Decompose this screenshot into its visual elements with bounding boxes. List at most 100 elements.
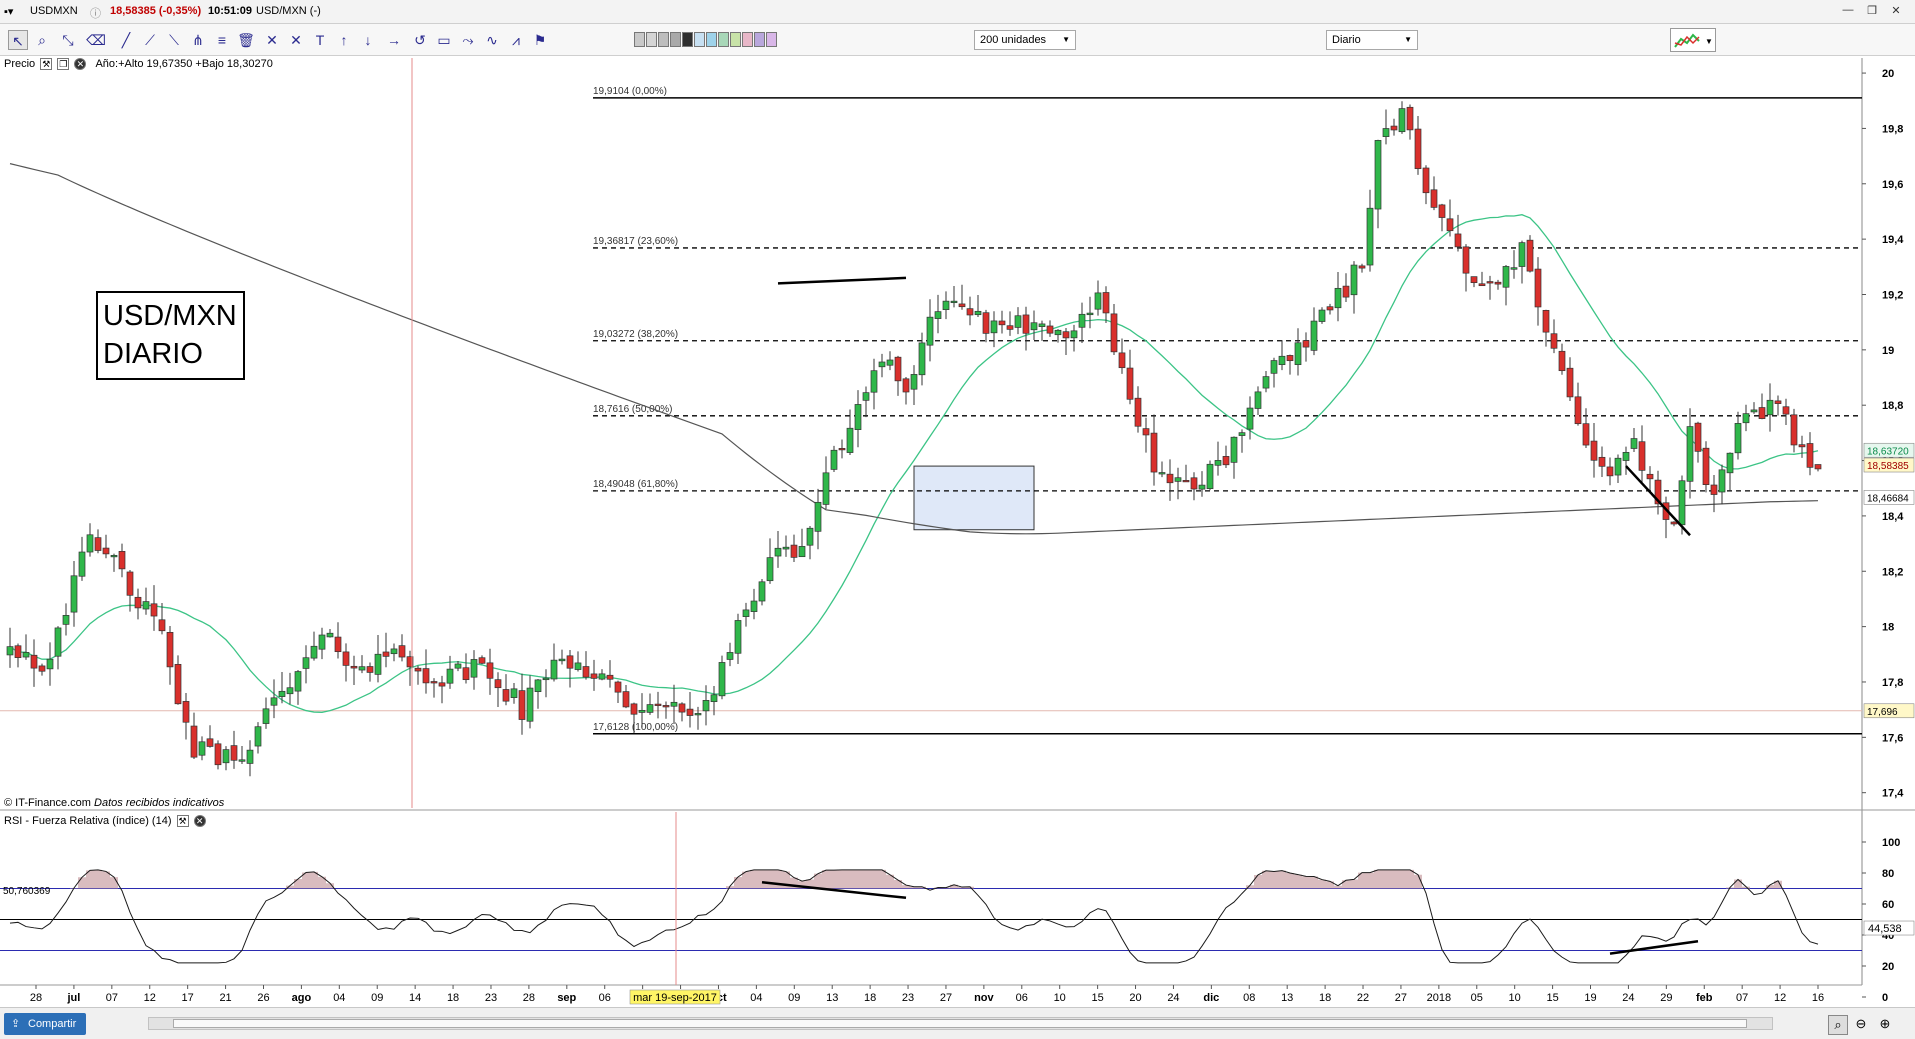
- pointer-icon[interactable]: ↖: [8, 30, 28, 50]
- candle: [798, 528, 806, 558]
- color-swatch[interactable]: [754, 32, 765, 47]
- price-tick-label: 19,2: [1882, 289, 1903, 301]
- candle: [1006, 311, 1014, 336]
- date-tick-label: 15: [1091, 992, 1103, 1004]
- candle-body: [382, 651, 390, 657]
- candle-body: [622, 691, 630, 708]
- polyline-icon[interactable]: ⤳: [458, 30, 478, 50]
- arrow-down-icon[interactable]: ↓: [358, 30, 378, 50]
- units-select[interactable]: 200 unidades ▼: [974, 30, 1076, 50]
- color-swatch[interactable]: [658, 32, 669, 47]
- candle: [1358, 263, 1366, 273]
- candle: [374, 634, 382, 683]
- candle-body: [678, 703, 686, 713]
- color-swatch[interactable]: [742, 32, 753, 47]
- share-button[interactable]: ⇪ Compartir: [4, 1013, 87, 1035]
- candle-body: [566, 655, 574, 669]
- color-swatch[interactable]: [634, 32, 645, 47]
- candle: [430, 678, 438, 698]
- candle: [758, 578, 766, 606]
- close-button[interactable]: ✕: [1888, 4, 1904, 18]
- arrow-right-icon[interactable]: →: [384, 30, 404, 50]
- zigzag-icon[interactable]: ∿: [482, 30, 502, 50]
- candle-body: [310, 645, 318, 659]
- color-swatch[interactable]: [694, 32, 705, 47]
- close-icon[interactable]: ✕: [193, 815, 206, 828]
- chart-type-icon[interactable]: ⩘: [506, 30, 526, 50]
- candle-body: [374, 653, 382, 675]
- price-badge-label: 18,46684: [1867, 493, 1909, 504]
- candle: [1798, 435, 1806, 458]
- date-tick-label: nov: [974, 992, 994, 1004]
- color-swatch[interactable]: [682, 32, 693, 47]
- candle: [1022, 306, 1030, 351]
- candle: [1030, 310, 1038, 341]
- wrench-icon[interactable]: ⚒: [40, 58, 53, 71]
- curve-icon[interactable]: ↺: [410, 30, 430, 50]
- window-menu-icon[interactable]: ▪▾: [4, 5, 13, 18]
- ray-icon[interactable]: ⟋: [140, 30, 160, 50]
- zoom-icon[interactable]: ⌕: [32, 30, 52, 50]
- candle-body: [198, 741, 206, 756]
- candle: [1062, 328, 1070, 356]
- candle: [1262, 371, 1270, 393]
- chart-area[interactable]: 19,9104 (0,00%) 19,36817 (23,60%) 19,03272…: [0, 56, 1915, 1006]
- price-panel-header: Precio ⚒ ❐ ✕ Año:+Alto 19,67350 +Bajo 18…: [4, 58, 273, 71]
- candle: [1134, 386, 1142, 433]
- candle-body: [1366, 207, 1374, 266]
- levels-icon[interactable]: ≡: [212, 30, 232, 50]
- arrow-up-icon[interactable]: ↑: [334, 30, 354, 50]
- line-icon[interactable]: ╱: [116, 30, 136, 50]
- rectangle-icon[interactable]: ▭: [434, 30, 454, 50]
- trend-icon[interactable]: ⟍: [164, 30, 184, 50]
- wrench-icon[interactable]: ⚒: [176, 815, 189, 828]
- candle: [1782, 398, 1790, 425]
- date-tick-label: 23: [902, 992, 914, 1004]
- candle-body: [1766, 399, 1774, 416]
- eraser-icon[interactable]: ⌫: [86, 30, 106, 50]
- color-swatch[interactable]: [646, 32, 657, 47]
- info-icon[interactable]: ⓘ: [90, 5, 101, 21]
- candle: [1526, 235, 1534, 273]
- fib-level-label: 17,6128 (100,00%): [593, 722, 678, 733]
- color-swatch[interactable]: [766, 32, 777, 47]
- candle-body: [262, 708, 270, 724]
- color-swatch[interactable]: [730, 32, 741, 47]
- zoom-out-icon[interactable]: ⊖: [1852, 1015, 1870, 1033]
- trash-icon[interactable]: 🗑: [236, 30, 256, 50]
- copy-icon[interactable]: ❐: [57, 58, 70, 71]
- cross-icon[interactable]: ✕: [262, 30, 282, 50]
- candle-body: [286, 687, 294, 695]
- color-swatch[interactable]: [718, 32, 729, 47]
- period-select[interactable]: Diario ▼: [1326, 30, 1418, 50]
- candle: [1246, 396, 1254, 440]
- minimize-button[interactable]: —: [1840, 4, 1856, 18]
- restore-button[interactable]: ❐: [1864, 4, 1880, 18]
- candle-body: [14, 645, 22, 658]
- time-scrollbar[interactable]: [148, 1017, 1773, 1030]
- price-tick-label: 19,4: [1882, 234, 1904, 246]
- text-icon[interactable]: T: [310, 30, 330, 50]
- candle: [1118, 338, 1126, 374]
- color-swatch[interactable]: [670, 32, 681, 47]
- zoom-in-icon[interactable]: ⊕: [1876, 1015, 1894, 1033]
- candle: [1158, 461, 1166, 478]
- annotation-box[interactable]: USD/MXN DIARIO: [96, 291, 245, 380]
- candle-body: [414, 667, 422, 672]
- candle: [1774, 395, 1782, 416]
- support-box: [913, 465, 1035, 531]
- candle: [910, 365, 918, 405]
- measure-icon[interactable]: ⤡: [58, 30, 78, 50]
- close-icon[interactable]: ✕: [74, 58, 87, 71]
- candle: [878, 353, 886, 378]
- flag-icon[interactable]: ⚑: [530, 30, 550, 50]
- candle-body: [1398, 108, 1406, 133]
- candle: [742, 602, 750, 627]
- chart-style-button[interactable]: ▼: [1670, 28, 1716, 52]
- price-tick-label: 19,6: [1882, 179, 1903, 191]
- multi-line-icon[interactable]: ✕: [286, 30, 306, 50]
- fork-icon[interactable]: ⋔: [188, 30, 208, 50]
- zoom-icon[interactable]: ⌕: [1828, 1015, 1848, 1035]
- scrollbar-thumb[interactable]: [173, 1019, 1747, 1028]
- color-swatch[interactable]: [706, 32, 717, 47]
